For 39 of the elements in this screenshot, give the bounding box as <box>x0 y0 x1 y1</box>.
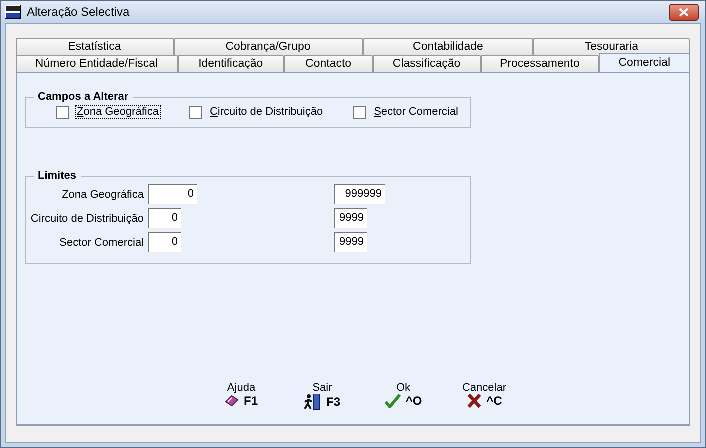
tab[interactable]: Estatística <box>16 38 174 55</box>
checkbox-label[interactable]: Sector Comercial <box>372 105 460 119</box>
toolbar-button[interactable]: Sair F3 <box>282 382 363 410</box>
person-door-icon <box>304 394 322 410</box>
tab[interactable]: Cobrança/Grupo <box>174 38 363 55</box>
checkbox[interactable] <box>353 106 366 118</box>
tab[interactable]: Identificação <box>178 55 284 72</box>
tab[interactable]: Número Entidade/Fiscal <box>16 55 178 72</box>
close-icon <box>679 8 689 16</box>
field-label: Sector Comercial <box>58 236 145 248</box>
input-field[interactable]: 0 <box>148 184 198 205</box>
app-icon <box>5 5 21 19</box>
tab[interactable]: Classificação <box>372 55 481 72</box>
input-field[interactable]: 999999 <box>334 184 386 205</box>
group-title: Limites <box>37 170 78 182</box>
input-field[interactable]: 0 <box>148 208 182 229</box>
close-button[interactable] <box>669 4 699 20</box>
tab[interactable]: Comercial <box>599 53 690 72</box>
window-title: Alteração Selectiva <box>27 5 131 19</box>
checkbox[interactable] <box>56 106 69 118</box>
cross-icon <box>466 394 482 408</box>
input-field[interactable]: 9999 <box>334 232 368 253</box>
toolbar-button[interactable]: Ajuda F1 <box>201 382 282 410</box>
tab[interactable]: Contacto <box>284 55 373 72</box>
toolbar-button[interactable]: Cancelar ^C <box>444 382 525 410</box>
tab[interactable]: Tesouraria <box>533 38 690 55</box>
checkbox-label[interactable]: Zona Geográfica <box>75 105 161 119</box>
input-field[interactable]: 9999 <box>334 208 368 229</box>
book-icon <box>224 395 239 407</box>
input-field[interactable]: 0 <box>148 232 182 253</box>
field-label: Zona Geográfica <box>61 188 145 200</box>
checkbox-label[interactable]: Circuito de Distribuição <box>208 105 326 119</box>
tab[interactable]: Contabilidade <box>362 38 534 55</box>
toolbar-button[interactable]: Ok ^O <box>363 382 444 410</box>
tab[interactable]: Processamento <box>480 55 600 72</box>
check-icon <box>384 394 401 408</box>
field-label: Circuito de Distribuição <box>30 212 145 224</box>
group-title: Campos a Alterar <box>37 91 130 103</box>
checkbox[interactable] <box>188 106 202 118</box>
